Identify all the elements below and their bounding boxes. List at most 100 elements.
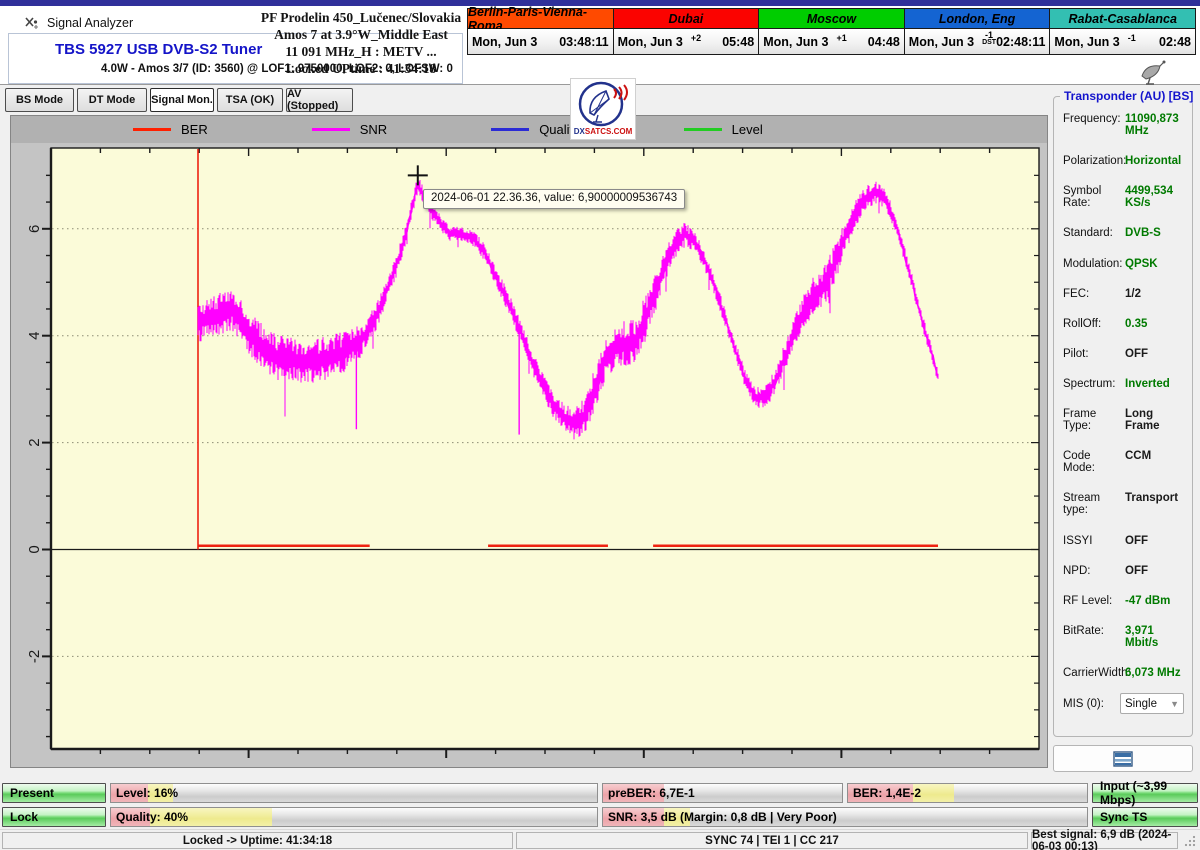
quality-progress-bar: Quality: 40% xyxy=(110,807,598,827)
clock-time-row: Mon, Jun 3-1DST02:48:11 xyxy=(904,29,1051,55)
clock-time-row: Mon, Jun 303:48:11 xyxy=(467,29,614,55)
input-indicator-button[interactable]: Input (~3,99 Mbps) xyxy=(1092,783,1198,803)
transponder-row: Modulation:QPSK xyxy=(1063,258,1187,270)
tab-dt-mode[interactable]: DT Mode xyxy=(77,88,147,112)
present-indicator-button[interactable]: Present xyxy=(2,783,106,803)
transponder-field-value: Inverted xyxy=(1125,378,1170,390)
clock-date: Mon, Jun 3 xyxy=(1054,35,1119,49)
legend-label: Level xyxy=(732,122,763,137)
transponder-field-value: CCM xyxy=(1125,450,1151,462)
transponder-field-value: 6,073 MHz xyxy=(1125,667,1181,679)
tab-signal-mon-[interactable]: Signal Mon. xyxy=(150,88,214,112)
transponder-panel-title: Transponder (AU) [BS] xyxy=(1060,89,1197,103)
transponder-rows: Frequency:11090,873 MHzPolarization:Hori… xyxy=(1063,113,1187,679)
legend-item-snr: SNR xyxy=(312,122,387,137)
transponder-field-label: Stream type: xyxy=(1063,492,1125,516)
clock-city-label: Dubai xyxy=(613,8,760,29)
clock-utc-offset: +1 xyxy=(836,35,846,42)
transponder-field-value: OFF xyxy=(1125,348,1148,360)
clock-time-row: Mon, Jun 3+205:48 xyxy=(613,29,760,55)
clock-utc-offset: -1 xyxy=(1128,35,1136,42)
header: Signal Analyzer TBS 5927 USB DVB-S2 Tune… xyxy=(0,6,1200,85)
mis-row: MIS (0): Single ▼ xyxy=(1063,693,1184,714)
clock-date: Mon, Jun 3 xyxy=(909,35,974,49)
clock-time: 02:48 xyxy=(1159,35,1191,49)
y-tick-label: 2 xyxy=(26,438,43,446)
clock-city-label: Rabat-Casablanca xyxy=(1049,8,1196,29)
bar-label: BER: 1,4E-2 xyxy=(853,786,921,800)
clock-berlin-paris-vienna-roma: Berlin-Paris-Vienna-RomaMon, Jun 303:48:… xyxy=(467,8,614,57)
clock-date: Mon, Jun 3 xyxy=(618,35,683,49)
transponder-field-label: RollOff: xyxy=(1063,318,1125,330)
transponder-panel: Transponder (AU) [BS] Frequency:11090,87… xyxy=(1053,96,1193,737)
mis-select[interactable]: Single ▼ xyxy=(1120,693,1184,714)
transponder-field-value: -47 dBm xyxy=(1125,595,1170,607)
transponder-field-label: Symbol Rate: xyxy=(1063,185,1125,209)
lock-indicator-button[interactable]: Lock xyxy=(2,807,106,827)
chevron-down-icon: ▼ xyxy=(1170,699,1179,709)
transponder-row: ISSYIOFF xyxy=(1063,535,1187,547)
clock-rabat-casablanca: Rabat-Casablanca Mon, Jun 3 -1 02:48 xyxy=(1049,8,1196,57)
transponder-field-value: QPSK xyxy=(1125,258,1158,270)
transponder-row: FEC:1/2 xyxy=(1063,288,1187,300)
statusbar-sync: SYNC 74 | TEI 1 | CC 217 xyxy=(516,832,1028,849)
transponder-field-label: Frequency: xyxy=(1063,113,1125,125)
clock-dubai: DubaiMon, Jun 3+205:48 xyxy=(613,8,760,57)
legend-item-level: Level xyxy=(684,122,763,137)
transponder-row: Code Mode:CCM xyxy=(1063,450,1187,474)
tab-av-stopped-[interactable]: AV (Stopped) xyxy=(286,88,353,112)
chart-tooltip: 2024-06-01 22.36.36, value: 6,9000000953… xyxy=(423,189,685,209)
chart-panel: BERSNRQualityLevel -20246 2024-06-01 22.… xyxy=(10,115,1048,768)
dxsatcs-logo-text: DXSATCS.COM xyxy=(574,127,633,136)
dxsatcs-logo-icon xyxy=(576,79,630,129)
clock-offset-value: +2 xyxy=(691,35,701,42)
clock-time-row: Mon, Jun 3 -1 02:48 xyxy=(1049,29,1196,55)
statusbar-uptime: Locked -> Uptime: 41:34:18 xyxy=(2,832,513,849)
transponder-field-value: 4499,534 KS/s xyxy=(1125,185,1187,209)
tab-bs-mode[interactable]: BS Mode xyxy=(5,88,74,112)
bar-label: preBER: 6,7E-1 xyxy=(608,786,695,800)
clock-london-eng: London, EngMon, Jun 3-1DST02:48:11 xyxy=(904,8,1051,57)
clock-offset-value: +1 xyxy=(836,35,846,42)
transponder-row: RF Level:-47 dBm xyxy=(1063,595,1187,607)
y-tick-label: 6 xyxy=(26,225,43,233)
transponder-field-value: 11090,873 MHz xyxy=(1125,113,1187,137)
transponder-row: Spectrum:Inverted xyxy=(1063,378,1187,390)
transponder-field-label: Standard: xyxy=(1063,227,1125,239)
legend-label: BER xyxy=(181,122,208,137)
titlebar: Signal Analyzer xyxy=(24,12,133,34)
transponder-row: Symbol Rate:4499,534 KS/s xyxy=(1063,185,1187,209)
transponder-field-label: Modulation: xyxy=(1063,258,1125,270)
resize-grip[interactable] xyxy=(1183,834,1197,848)
stream-record-button[interactable] xyxy=(1053,745,1193,772)
dxsatcs-logo: DXSATCS.COM xyxy=(570,78,636,140)
ber-progress-bar: BER: 1,4E-2 xyxy=(847,783,1088,803)
transponder-field-value: Transport xyxy=(1125,492,1178,504)
legend-swatch-ber xyxy=(133,128,171,131)
transponder-field-label: Frame Type: xyxy=(1063,408,1125,432)
signal-chart[interactable]: -20246 xyxy=(11,143,1047,767)
clock-offset-value: -1 xyxy=(985,32,993,39)
site-info-line: Amos 7 at 3.9°W_Middle East xyxy=(252,26,470,43)
statusbar-best-signal: Best signal: 6,9 dB (2024-06-03 00:13) xyxy=(1031,832,1178,849)
sync-indicator-button[interactable]: Sync TS xyxy=(1092,807,1198,827)
clock-moscow: MoscowMon, Jun 3+104:48 xyxy=(758,8,905,57)
clock-city-label: London, Eng xyxy=(904,8,1051,29)
transponder-row: NPD:OFF xyxy=(1063,565,1187,577)
tuner-name: TBS 5927 USB DVB-S2 Tuner xyxy=(55,41,262,58)
statusbar: Locked -> Uptime: 41:34:18 SYNC 74 | TEI… xyxy=(0,829,1200,850)
site-info-line: 11 091 MHz_H : METV ... xyxy=(252,43,470,60)
plot-area xyxy=(51,148,1039,749)
clock-time: 03:48:11 xyxy=(559,35,608,49)
tab-tsa-ok-[interactable]: TSA (OK) xyxy=(217,88,283,112)
clock-city-label: Berlin-Paris-Vienna-Roma xyxy=(467,8,614,29)
transponder-field-value: Long Frame xyxy=(1125,408,1187,432)
clock-dst-note: DST xyxy=(982,39,996,46)
clock-offset-value: -1 xyxy=(1128,35,1136,42)
transponder-field-label: Polarization: xyxy=(1063,155,1125,167)
y-tick-label: 0 xyxy=(26,545,43,553)
mode-tabs: BS ModeDT ModeSignal Mon.TSA (OK)AV (Sto… xyxy=(5,88,353,112)
transponder-field-label: ISSYI xyxy=(1063,535,1125,547)
legend-swatch-quality xyxy=(491,128,529,131)
bar-label: SNR: 3,5 dB (Margin: 0,8 dB | Very Poor) xyxy=(608,810,837,824)
